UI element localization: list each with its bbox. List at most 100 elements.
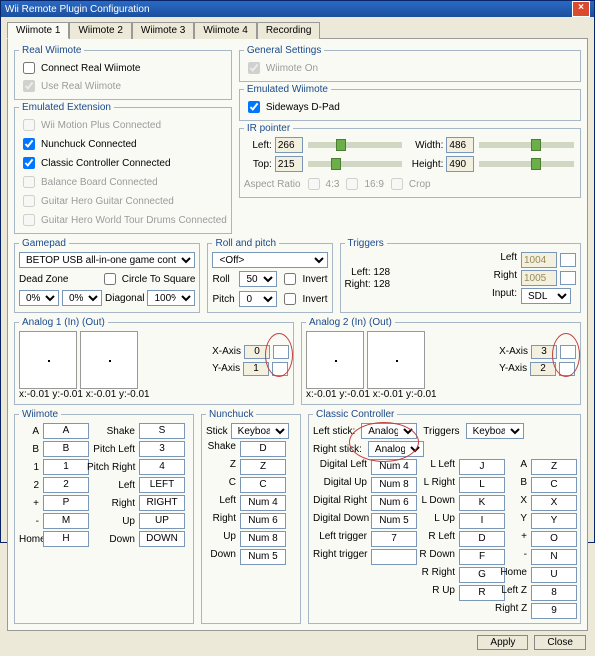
- wiimote-bind[interactable]: M: [43, 513, 89, 529]
- aspect-169-checkbox: 16:9: [342, 175, 383, 193]
- wiimote-on-checkbox: Wiimote On: [244, 59, 576, 77]
- nunchuck-bind[interactable]: C: [240, 477, 286, 493]
- analog-1-out-display: [80, 331, 138, 389]
- trigger-right-input[interactable]: [521, 270, 557, 286]
- classic-bind[interactable]: Num 8: [371, 477, 417, 493]
- ext-checkbox: Guitar Hero World Tour Drums Connected: [19, 211, 227, 229]
- wiimote-bind[interactable]: LEFT: [139, 477, 185, 493]
- roll-pitch-group: Roll and pitch <Off> Roll 50 Invert Pitc…: [207, 238, 332, 313]
- gamepad-device-select[interactable]: BETOP USB all-in-one game cont: [19, 252, 195, 268]
- nunchuck-bind[interactable]: Num 8: [240, 531, 286, 547]
- tab-wiimote-3[interactable]: Wiimote 3: [132, 22, 194, 39]
- ir-left-slider[interactable]: [308, 142, 403, 148]
- aspect-43-checkbox: 4:3: [304, 175, 340, 193]
- ir-width-slider[interactable]: [479, 142, 574, 148]
- diagonal-select[interactable]: 100%: [147, 290, 195, 306]
- analog-1-group: Analog 1 (In) (Out) X-Axis0 Y-Axis1 x:-0…: [14, 317, 294, 405]
- tab-bar: Wiimote 1 Wiimote 2 Wiimote 3 Wiimote 4 …: [7, 21, 588, 38]
- tab-wiimote-2[interactable]: Wiimote 2: [69, 22, 131, 39]
- classic-bind[interactable]: O: [531, 531, 577, 547]
- general-settings-group: General Settings Wiimote On: [239, 45, 581, 82]
- close-button[interactable]: Close: [534, 635, 586, 650]
- classic-bind[interactable]: C: [531, 477, 577, 493]
- wiimote-bind[interactable]: RIGHT: [139, 495, 185, 511]
- deadzone-1-select[interactable]: 0%: [19, 290, 59, 306]
- ir-height-value: [446, 156, 474, 172]
- wiimote-bind[interactable]: 4: [139, 459, 185, 475]
- tab-wiimote-1[interactable]: Wiimote 1: [7, 22, 69, 39]
- trigger-left-clear[interactable]: [560, 253, 576, 267]
- classic-bind[interactable]: 8: [531, 585, 577, 601]
- ext-checkbox[interactable]: Nunchuck Connected: [19, 135, 227, 153]
- classic-bind[interactable]: [371, 549, 417, 565]
- ext-checkbox: Balance Board Connected: [19, 173, 227, 191]
- crop-checkbox: Crop: [387, 175, 431, 193]
- wiimote-bind[interactable]: DOWN: [139, 531, 185, 547]
- sideways-dpad-checkbox[interactable]: Sideways D-Pad: [244, 98, 576, 116]
- classic-bind[interactable]: 7: [371, 531, 417, 547]
- nunchuck-bind[interactable]: D: [240, 441, 286, 457]
- nunchuck-bind[interactable]: Num 4: [240, 495, 286, 511]
- roll-select[interactable]: 50: [239, 271, 277, 287]
- rollpitch-mode-select[interactable]: <Off>: [212, 252, 327, 268]
- wiimote-mapping-group: Wiimote AAShakeSBBPitch Left311Pitch Rig…: [14, 409, 194, 624]
- wiimote-bind[interactable]: P: [43, 495, 89, 511]
- classic-bind[interactable]: U: [531, 567, 577, 583]
- circle-to-square-checkbox[interactable]: Circle To Square: [100, 270, 196, 288]
- classic-bind[interactable]: X: [531, 495, 577, 511]
- tab-recording[interactable]: Recording: [257, 22, 321, 39]
- analog-1-in-display: [19, 331, 77, 389]
- tab-wiimote-4[interactable]: Wiimote 4: [194, 22, 256, 39]
- nunchuck-bind[interactable]: Num 6: [240, 513, 286, 529]
- ext-checkbox: Guitar Hero Guitar Connected: [19, 192, 227, 210]
- ir-pointer-group: IR pointer Left: Width: Top:: [239, 123, 581, 198]
- wiimote-bind[interactable]: S: [139, 423, 185, 439]
- nunchuck-bind[interactable]: Num 5: [240, 549, 286, 565]
- classic-bind[interactable]: 9: [531, 603, 577, 619]
- apply-button[interactable]: Apply: [477, 635, 528, 650]
- analog-2-group: Analog 2 (In) (Out) X-Axis3 Y-Axis2 x:-0…: [301, 317, 581, 405]
- emulated-extension-legend: Emulated Extension: [19, 102, 114, 113]
- close-icon[interactable]: ×: [572, 1, 590, 17]
- pitch-invert-checkbox[interactable]: Invert: [280, 290, 327, 308]
- deadzone-2-select[interactable]: 0%: [62, 290, 102, 306]
- classic-trigger-select[interactable]: Keyboard: [466, 423, 524, 439]
- ext-checkbox[interactable]: Classic Controller Connected: [19, 154, 227, 172]
- classic-bind[interactable]: N: [531, 549, 577, 565]
- wiimote-bind[interactable]: 1: [43, 459, 89, 475]
- classic-bind[interactable]: Y: [531, 513, 577, 529]
- gamepad-group: Gamepad BETOP USB all-in-one game cont D…: [14, 238, 200, 313]
- classic-bind[interactable]: Num 5: [371, 513, 417, 529]
- classic-bind[interactable]: Num 6: [371, 495, 417, 511]
- window-title: Wii Remote Plugin Configuration: [5, 4, 150, 15]
- classic-mapping-group: Classic Controller Left stick: Analog 1 …: [308, 409, 581, 624]
- connect-real-checkbox[interactable]: Connect Real Wiimote: [19, 59, 227, 77]
- real-wiimote-group: Real Wiimote Connect Real Wiimote Use Re…: [14, 45, 232, 100]
- ir-height-slider[interactable]: [479, 161, 574, 167]
- analog-2-in-display: [306, 331, 364, 389]
- nunchuck-stick-select[interactable]: Keyboard: [231, 423, 289, 439]
- real-wiimote-legend: Real Wiimote: [19, 45, 84, 56]
- wiimote-bind[interactable]: H: [43, 531, 89, 547]
- nunchuck-bind[interactable]: Z: [240, 459, 286, 475]
- nunchuck-mapping-group: Nunchuck StickKeyboard ShakeDZZCCLeftNum…: [201, 409, 301, 624]
- use-real-checkbox: Use Real Wiimote: [19, 77, 227, 95]
- wiimote-bind[interactable]: UP: [139, 513, 185, 529]
- ir-top-value: [275, 156, 303, 172]
- ir-top-slider[interactable]: [308, 161, 403, 167]
- emulated-wiimote-group: Emulated Wiimote Sideways D-Pad: [239, 84, 581, 121]
- trigger-right-clear[interactable]: [560, 271, 576, 285]
- ir-width-value: [446, 137, 474, 153]
- trigger-left-input[interactable]: [521, 252, 557, 268]
- wiimote-bind[interactable]: 3: [139, 441, 185, 457]
- triggers-group: Triggers Left: 128 Right: 128 Left Right: [340, 238, 582, 313]
- wiimote-bind[interactable]: 2: [43, 477, 89, 493]
- ir-left-value: [275, 137, 303, 153]
- wiimote-bind[interactable]: A: [43, 423, 89, 439]
- trigger-input-select[interactable]: SDL: [521, 288, 571, 304]
- classic-bind[interactable]: Z: [531, 459, 577, 475]
- wiimote-bind[interactable]: B: [43, 441, 89, 457]
- ext-checkbox: Wii Motion Plus Connected: [19, 116, 227, 134]
- pitch-select[interactable]: 0: [239, 291, 277, 307]
- roll-invert-checkbox[interactable]: Invert: [280, 270, 327, 288]
